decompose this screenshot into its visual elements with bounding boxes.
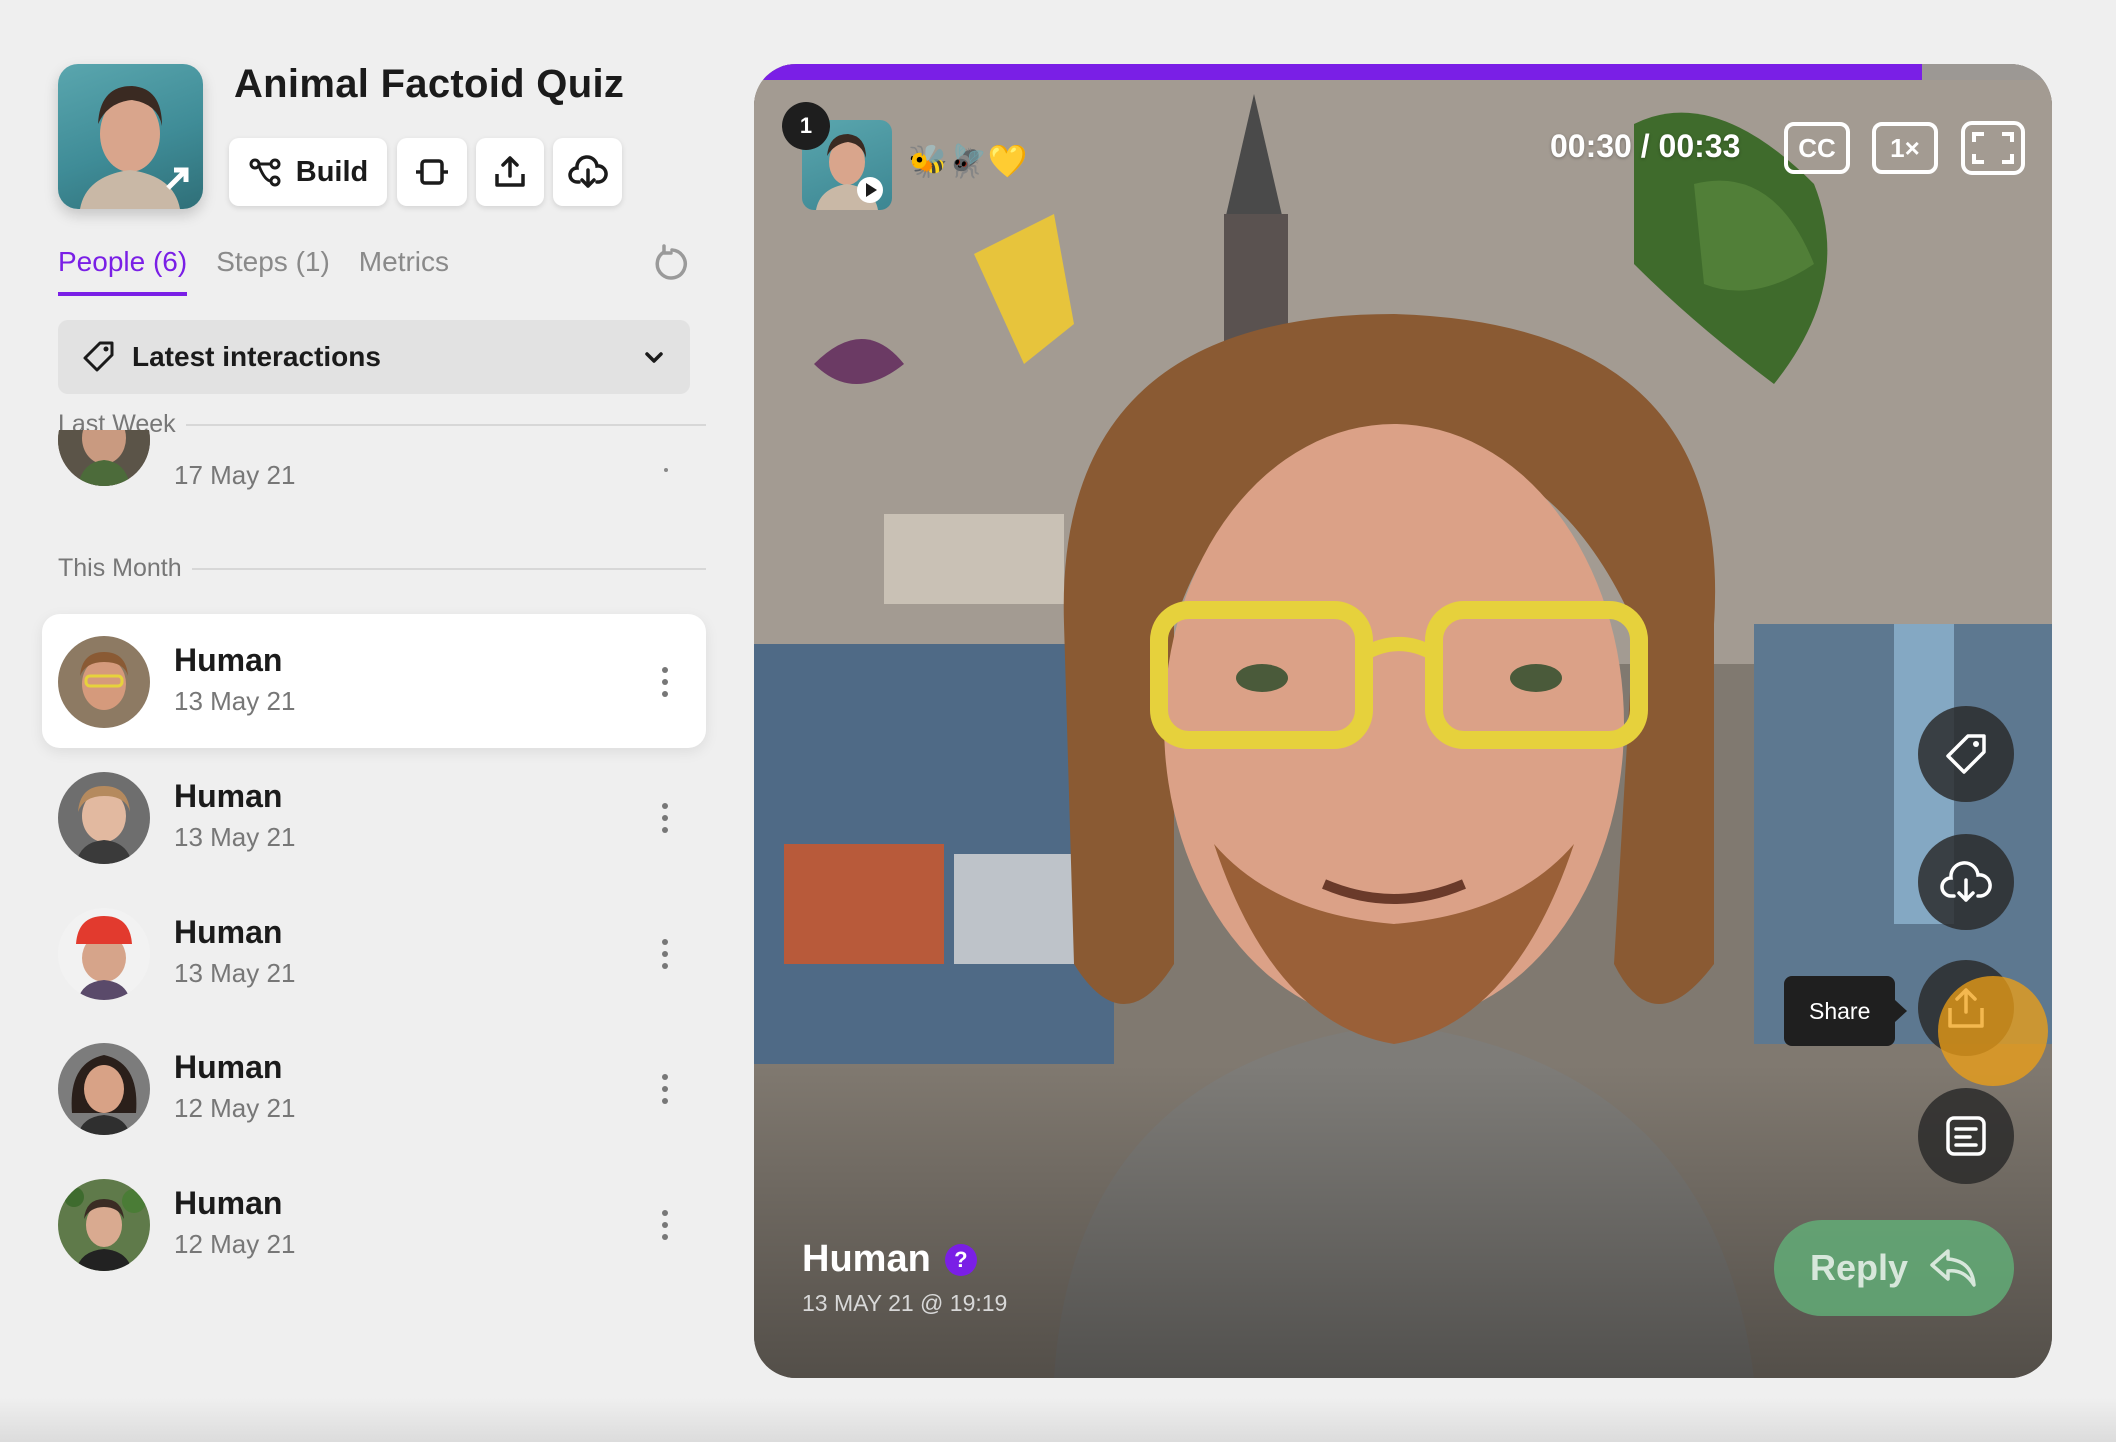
list-item[interactable]: Human 13 May 21 [42, 614, 706, 748]
reply-arrow-icon [1930, 1249, 1976, 1287]
kebab-menu-icon[interactable] [658, 1071, 672, 1107]
avatar [58, 908, 150, 1000]
avatar [58, 636, 150, 728]
chevron-down-icon [645, 352, 663, 363]
video-player[interactable]: 1 🐝🪰💛 00:30 / 00:33 CC 1× Share Human ? … [754, 64, 2052, 1378]
flow-icon [249, 158, 281, 187]
avatar [58, 1179, 150, 1271]
divider [191, 567, 706, 570]
respondent-name: Human ? [802, 1238, 977, 1281]
tag-icon [1946, 734, 1986, 774]
response-timestamp: 13 MAY 21 @ 19:19 [802, 1290, 1008, 1316]
avatar [58, 430, 150, 486]
interaction-filter-dropdown[interactable]: Latest interactions [58, 320, 690, 394]
list-item-date: 17 May 21 [174, 460, 296, 490]
tab-steps[interactable]: Steps (1) [216, 246, 330, 296]
list-item[interactable]: Human 12 May 21 [42, 1157, 706, 1291]
quiz-thumbnail[interactable] [58, 64, 203, 209]
tag-icon [83, 341, 114, 372]
list-item-partial[interactable]: 17 May 21 [42, 430, 706, 510]
reply-button[interactable]: Reply [1774, 1220, 2014, 1316]
divider [185, 423, 706, 426]
kebab-menu-icon[interactable] [658, 664, 672, 700]
list-item-date: 13 May 21 [174, 822, 296, 852]
share-button[interactable] [476, 138, 544, 206]
list-item-name: Human [174, 642, 283, 678]
kebab-menu-icon[interactable] [664, 468, 668, 472]
avatar [58, 1043, 150, 1135]
section-label-text: This Month [58, 554, 182, 582]
upload-icon [495, 156, 525, 187]
window-bottom-edge [0, 1398, 2116, 1442]
reply-label: Reply [1809, 1247, 1909, 1288]
fullscreen-icon [1961, 121, 2025, 175]
fullscreen-button[interactable] [1960, 121, 2026, 175]
filter-label: Latest interactions [132, 341, 381, 372]
download-button[interactable] [553, 138, 622, 206]
avatar [58, 772, 150, 864]
list-item-date: 12 May 21 [174, 1229, 296, 1259]
quiz-title: Animal Factoid Quiz [234, 62, 625, 106]
list-item-date: 13 May 21 [174, 686, 296, 716]
share-tooltip: Share [1784, 976, 1908, 1046]
section-this-month: This Month [58, 554, 706, 583]
tab-bar: People (6) Steps (1) Metrics [58, 246, 449, 296]
list-item[interactable]: Human 13 May 21 [42, 750, 706, 884]
cloud-download-icon [567, 155, 608, 188]
playback-speed-button[interactable]: 1× [1872, 122, 1938, 174]
step-number-badge: 1 [782, 102, 830, 150]
question-badge[interactable]: ? [944, 1243, 977, 1276]
kebab-menu-icon[interactable] [658, 936, 672, 972]
refresh-icon[interactable] [652, 244, 692, 284]
sidebar: Animal Factoid Quiz Build People (6) Ste… [0, 0, 720, 1442]
transcript-icon [1946, 1116, 1986, 1156]
kebab-menu-icon[interactable] [658, 800, 672, 836]
list-item-name: Human [174, 914, 283, 950]
tag-button[interactable] [1918, 706, 2014, 802]
download-video-button[interactable] [1918, 834, 2014, 930]
list-item[interactable]: Human 12 May 21 [42, 1021, 706, 1155]
transcript-button[interactable] [1918, 1088, 2014, 1184]
captions-button[interactable]: CC [1784, 122, 1850, 174]
kebab-menu-icon[interactable] [658, 1207, 672, 1243]
list-item[interactable]: Human 13 May 21 [42, 886, 706, 1020]
list-item-date: 13 May 21 [174, 958, 296, 988]
list-item-name: Human [174, 778, 283, 814]
tab-metrics[interactable]: Metrics [359, 246, 449, 296]
embed-icon [416, 159, 448, 185]
cloud-download-icon [1940, 861, 1992, 902]
list-item-name: Human [174, 1049, 283, 1085]
playback-time: 00:30 / 00:33 [1550, 128, 1741, 164]
progress-fill [754, 64, 1923, 80]
tab-people[interactable]: People (6) [58, 246, 188, 296]
reaction-emojis: 🐝🪰💛 [908, 143, 1028, 179]
pointer-highlight [1938, 976, 2048, 1086]
build-label: Build [295, 155, 369, 188]
respondent-name-text: Human [802, 1238, 931, 1280]
list-item-name: Human [174, 1185, 283, 1221]
video-frame [754, 64, 2052, 1378]
build-button[interactable]: Build [229, 138, 387, 206]
list-item-date: 12 May 21 [174, 1093, 296, 1123]
embed-button[interactable] [397, 138, 467, 206]
